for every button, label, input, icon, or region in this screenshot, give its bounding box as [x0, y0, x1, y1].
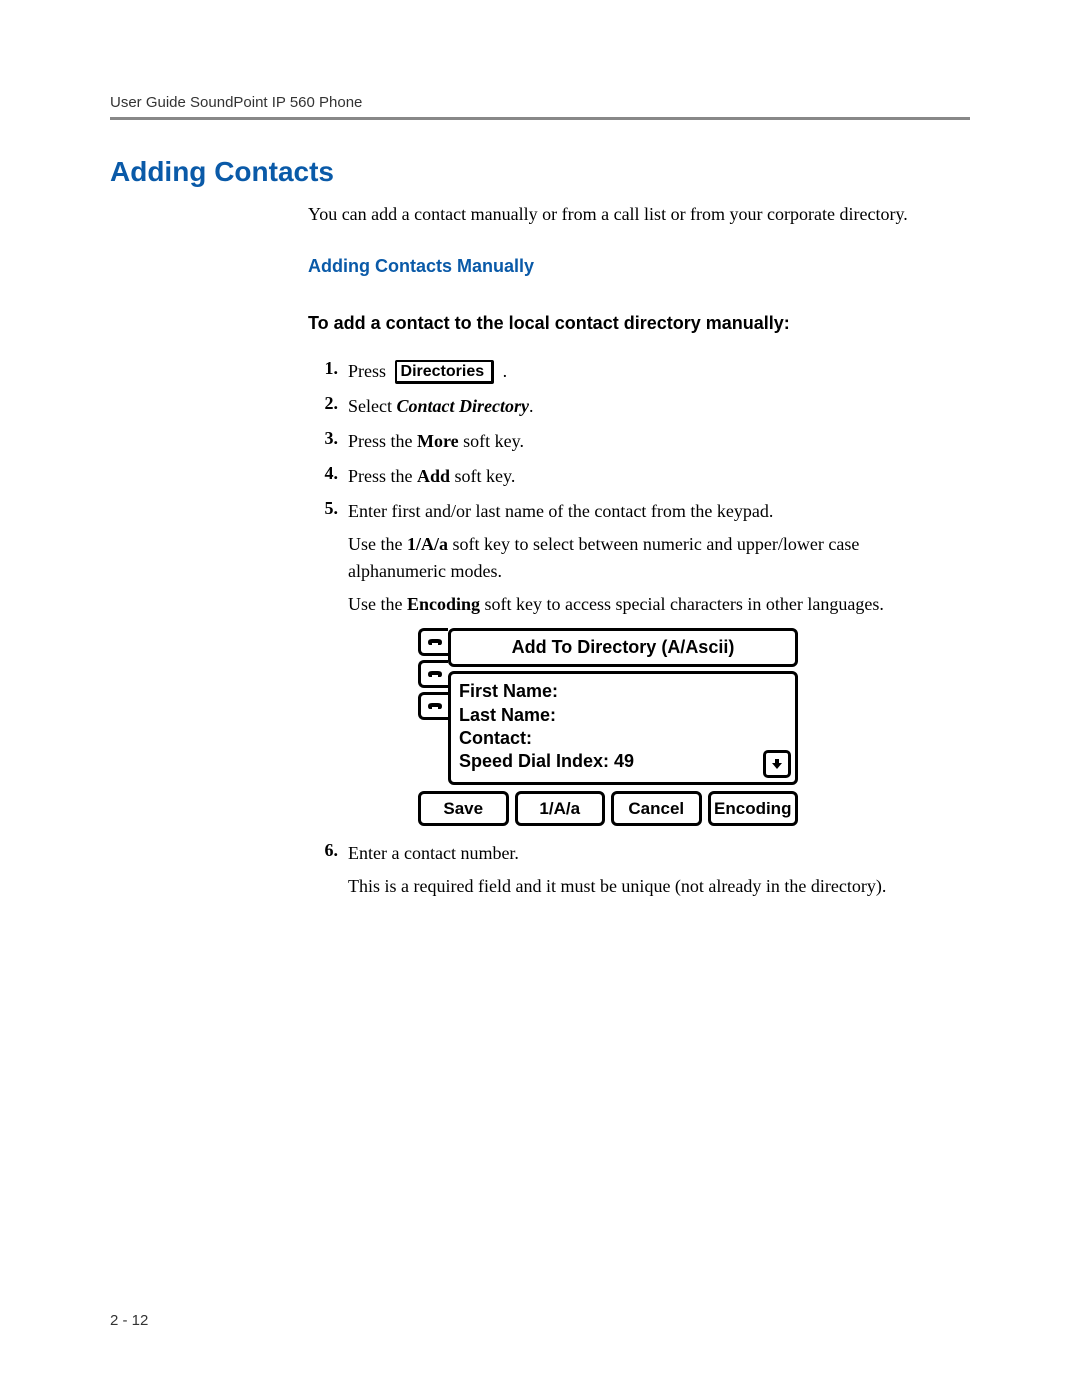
- step-text: .: [529, 396, 534, 416]
- softkey-cancel: Cancel: [611, 791, 702, 827]
- step-text: soft key.: [463, 431, 524, 451]
- step-text: .: [503, 361, 508, 381]
- step-number: 5.: [308, 498, 348, 519]
- step-bold: Encoding: [407, 594, 480, 614]
- section-title: Adding Contacts: [110, 156, 970, 188]
- softkey-mode: 1/A/a: [515, 791, 606, 827]
- step-text: Press: [348, 361, 391, 381]
- subsection-title: Adding Contacts Manually: [308, 256, 950, 277]
- softkey-encoding: Encoding: [708, 791, 799, 827]
- running-header: User Guide SoundPoint IP 560 Phone: [110, 94, 970, 111]
- page-number: 2 - 12: [110, 1312, 148, 1329]
- phone-softkey-row: Save 1/A/a Cancel Encoding: [418, 791, 798, 827]
- scroll-down-icon: [763, 750, 791, 778]
- field-sdi-label: Speed Dial Index:: [459, 751, 614, 771]
- step-number: 3.: [308, 428, 348, 449]
- directories-button-icon: Directories: [395, 360, 495, 384]
- step-text: soft key.: [455, 466, 516, 486]
- step-text: soft key to access special characters in…: [480, 594, 884, 614]
- step-text: Use the: [348, 594, 407, 614]
- intro-paragraph: You can add a contact manually or from a…: [308, 202, 950, 226]
- step-text: Select: [348, 396, 396, 416]
- step-3: 3. Press the More soft key.: [308, 428, 950, 455]
- header-rule: [110, 117, 970, 120]
- step-1: 1. Press Directories .: [308, 358, 950, 385]
- step-number: 4.: [308, 463, 348, 484]
- step-2: 2. Select Contact Directory.: [308, 393, 950, 420]
- field-last-name: Last Name:: [459, 704, 787, 727]
- step-4: 4. Press the Add soft key.: [308, 463, 950, 490]
- phone-screen-body: First Name: Last Name: Contact: Speed Di…: [448, 671, 798, 785]
- softkey-save: Save: [418, 791, 509, 827]
- phone-tab-icon: [418, 628, 448, 656]
- step-emphasis: Contact Directory: [396, 396, 529, 416]
- step-5: 5. Enter first and/or last name of the c…: [308, 498, 950, 832]
- step-text: Press the: [348, 431, 417, 451]
- phone-screen-illustration: Add To Directory (A/Ascii) First Name: L…: [418, 628, 798, 826]
- task-title: To add a contact to the local contact di…: [308, 313, 950, 334]
- step-text: This is a required field and it must be …: [348, 873, 950, 900]
- step-text: Enter first and/or last name of the cont…: [348, 501, 773, 521]
- step-text: Enter a contact number.: [348, 843, 519, 863]
- step-list: 1. Press Directories . 2. Select Contact…: [308, 358, 950, 900]
- step-bold: 1/A/a: [407, 534, 448, 554]
- field-contact: Contact:: [459, 727, 787, 750]
- field-sdi-value: 49: [614, 751, 634, 771]
- step-text: Use the: [348, 534, 407, 554]
- phone-screen-title: Add To Directory (A/Ascii): [448, 628, 798, 667]
- step-number: 6.: [308, 840, 348, 861]
- step-bold: Add: [417, 466, 450, 486]
- phone-tab-icon: [418, 660, 448, 688]
- field-first-name: First Name:: [459, 680, 787, 703]
- phone-left-tabs: [418, 628, 448, 785]
- step-text: Press the: [348, 466, 417, 486]
- step-number: 1.: [308, 358, 348, 379]
- step-bold: More: [417, 431, 459, 451]
- step-number: 2.: [308, 393, 348, 414]
- step-6: 6. Enter a contact number. This is a req…: [308, 840, 950, 900]
- phone-tab-icon: [418, 692, 448, 720]
